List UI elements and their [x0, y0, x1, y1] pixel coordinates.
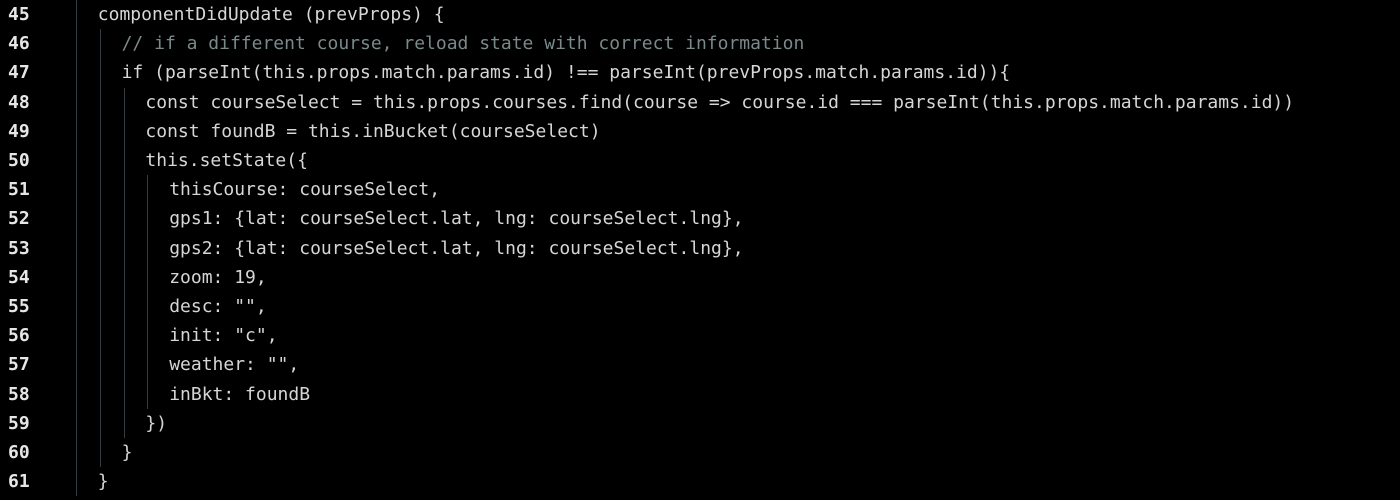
code-line[interactable]: 48 const courseSelect = this.props.course…: [0, 88, 1400, 117]
line-number: 50: [8, 150, 30, 171]
line-number: 56: [8, 325, 30, 347]
code-text: if (parseInt(this.props.match.params.id)…: [121, 62, 1011, 84]
line-number: 45: [8, 4, 30, 25]
code-line[interactable]: 45 componentDidUpdate (prevProps) {: [0, 0, 1400, 29]
code-text: desc: "",: [169, 296, 267, 317]
code-text: }): [145, 412, 168, 434]
code-line[interactable]: 46 // if a different course, reload state…: [0, 29, 1400, 58]
code-line[interactable]: 53 gps2: {lat: courseSelect.lat, lng: cou…: [0, 234, 1400, 263]
code-text: }: [97, 471, 109, 493]
line-number: 52: [8, 208, 30, 230]
code-text: gps2: {lat: courseSelect.lat, lng: cours…: [169, 237, 744, 259]
code-line[interactable]: 47 if (parseInt(this.props.match.params.i…: [0, 58, 1400, 87]
code-text: init: "c",: [169, 325, 278, 347]
line-number: 53: [8, 237, 30, 259]
code-editor[interactable]: 45 componentDidUpdate (prevProps) { 46 // i…: [0, 0, 1400, 500]
line-number: 57: [8, 354, 30, 376]
code-line[interactable]: 52 gps1: {lat: courseSelect.lat, lng: cou…: [0, 204, 1400, 233]
line-number: 54: [8, 266, 30, 288]
code-text: this.setState({: [145, 150, 308, 171]
code-line[interactable]: 60}: [0, 438, 1400, 467]
code-text: thisCourse: courseSelect,: [169, 179, 441, 201]
line-number: 58: [8, 383, 30, 405]
code-line[interactable]: 57 weather: "",: [0, 350, 1400, 379]
code-text: // if a different course, reload state w…: [121, 33, 805, 55]
line-number: 60: [8, 442, 30, 463]
line-number: 61: [8, 471, 30, 493]
code-line[interactable]: 56 init: "c",: [0, 321, 1400, 350]
code-line[interactable]: 54 zoom: 19,: [0, 263, 1400, 292]
code-text: weather: "",: [169, 354, 300, 376]
line-number: 47: [8, 62, 30, 84]
code-text: zoom: 19,: [169, 266, 267, 288]
code-text: componentDidUpdate (prevProps) {: [97, 4, 445, 25]
code-text: }: [121, 442, 133, 463]
code-line[interactable]: 59}): [0, 409, 1400, 438]
line-number: 55: [8, 296, 30, 317]
code-text: const foundB = this.inBucket(courseSelec…: [145, 120, 601, 142]
code-line[interactable]: 61}: [0, 467, 1400, 496]
code-text: inBkt: foundB: [169, 383, 311, 405]
line-number: 51: [8, 179, 30, 201]
line-number: 48: [8, 91, 30, 113]
code-line[interactable]: 55 desc: "",: [0, 292, 1400, 321]
code-text: const courseSelect = this.props.courses.…: [145, 91, 1295, 113]
code-line[interactable]: 49 const foundB = this.inBucket(courseSel…: [0, 117, 1400, 146]
code-line[interactable]: 51 thisCourse: courseSelect,: [0, 175, 1400, 204]
line-number: 46: [8, 33, 30, 55]
line-number: 59: [8, 412, 30, 434]
code-text: gps1: {lat: courseSelect.lat, lng: cours…: [169, 208, 744, 230]
code-line[interactable]: 50 this.setState({: [0, 146, 1400, 175]
code-line[interactable]: 58 inBkt: foundB: [0, 380, 1400, 409]
line-number: 49: [8, 120, 30, 142]
